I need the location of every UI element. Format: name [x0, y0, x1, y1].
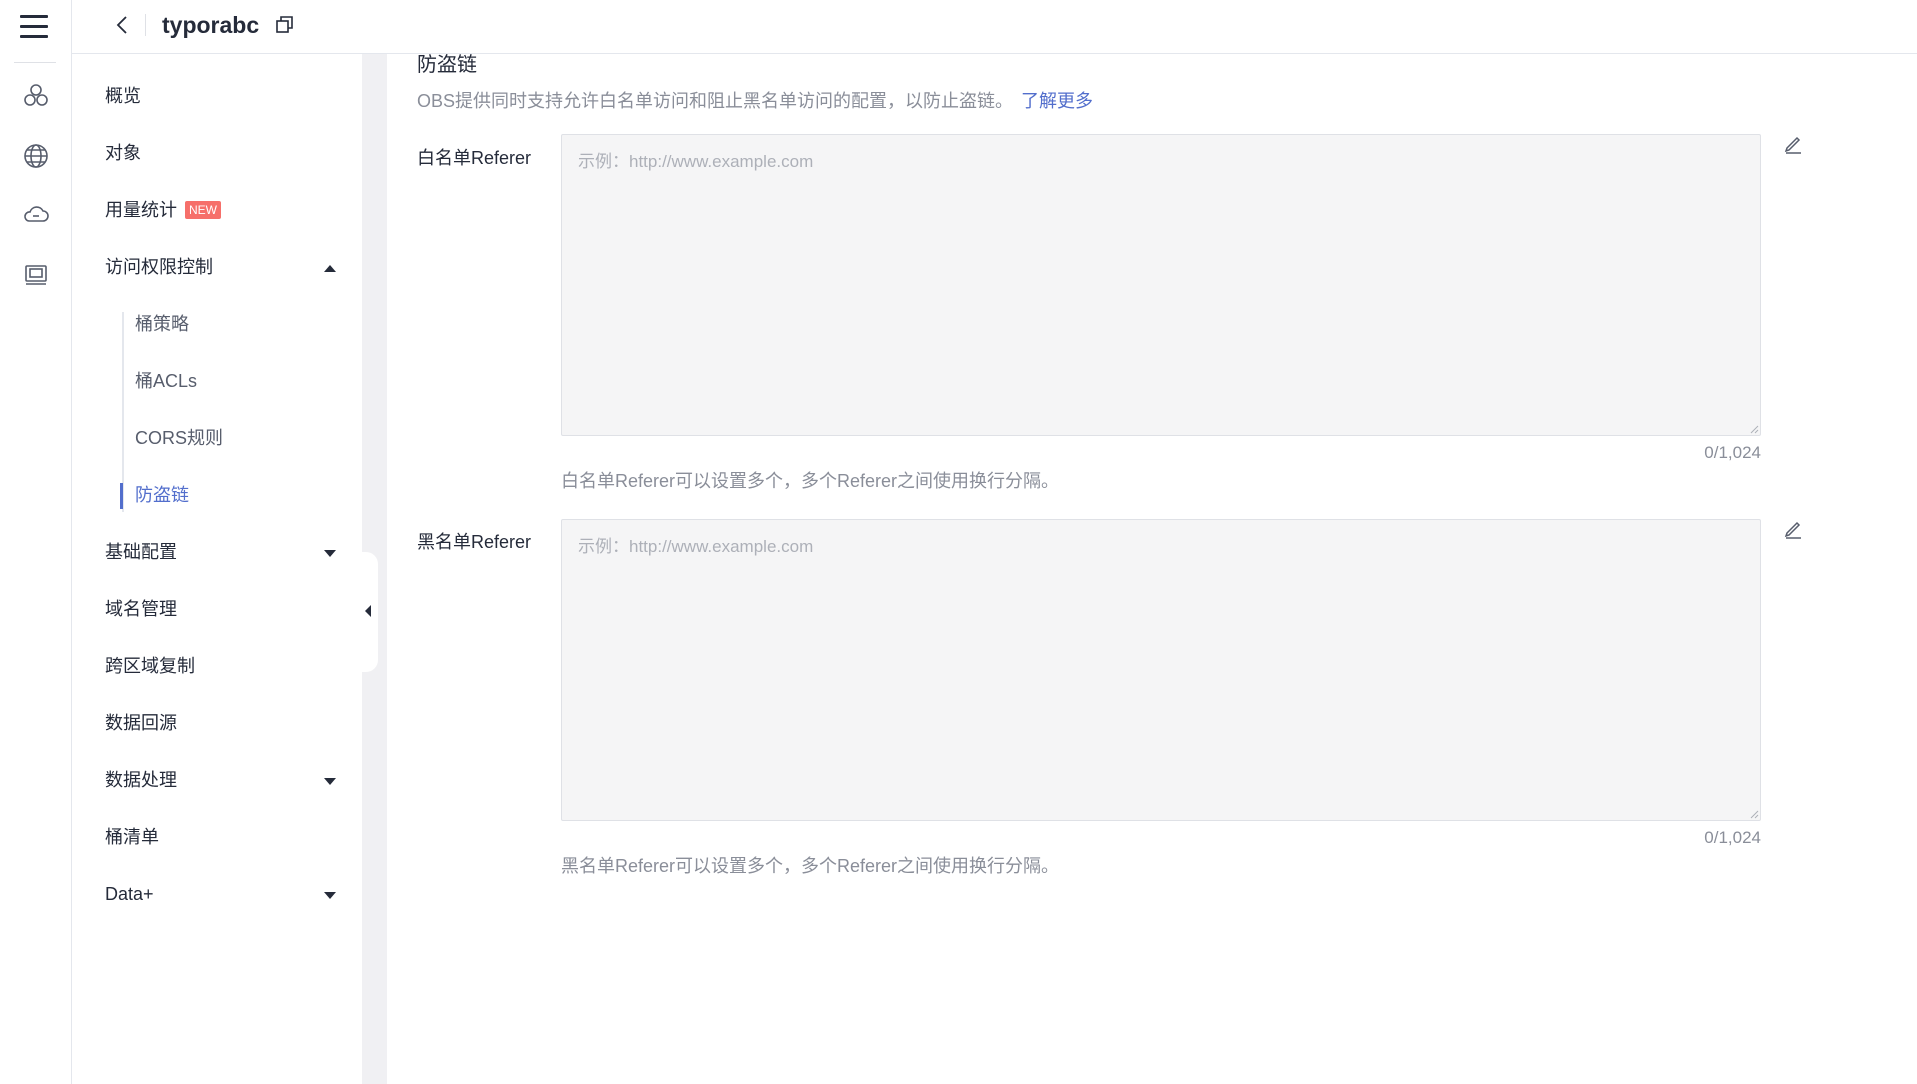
nav-item-data-processing[interactable]: 数据处理	[105, 768, 177, 792]
nav-sub-cors-rules[interactable]: CORS规则	[135, 426, 223, 450]
monitor-icon[interactable]	[22, 260, 50, 288]
nav-item-access-control[interactable]: 访问权限控制	[105, 255, 213, 279]
collapse-arrow-icon	[365, 605, 371, 617]
blacklist-label: 黑名单Referer	[417, 532, 532, 552]
nav-item-back-to-source[interactable]: 数据回源	[105, 711, 177, 735]
submenu-line	[122, 312, 124, 512]
whitelist-textarea[interactable]	[561, 134, 1761, 436]
bucket-title: typorabc	[162, 12, 260, 38]
nav-item-data-plus[interactable]: Data+	[105, 882, 154, 906]
blacklist-char-counter: 0/1,024	[1704, 828, 1761, 847]
nav-item-usage-label: 用量统计	[105, 200, 177, 220]
header-separator	[145, 14, 146, 36]
nav-sub-bucket-acls[interactable]: 桶ACLs	[135, 369, 197, 393]
section-title: 防盗链	[417, 54, 477, 76]
blacklist-hint: 黑名单Referer可以设置多个，多个Referer之间使用换行分隔。	[561, 856, 1060, 876]
section-description-text: OBS提供同时支持允许白名单访问和阻止黑名单访问的配置，以防止盗链。	[417, 91, 1014, 111]
whitelist-label: 白名单Referer	[417, 148, 532, 168]
nav-sub-hotlink[interactable]: 防盗链	[135, 483, 189, 507]
caret-down-icon[interactable]	[324, 778, 336, 785]
nav-item-domain-mgmt[interactable]: 域名管理	[105, 597, 177, 621]
menu-icon[interactable]	[17, 10, 51, 44]
nav-item-cross-region[interactable]: 跨区域复制	[105, 654, 195, 678]
whitelist-hint: 白名单Referer可以设置多个，多个Referer之间使用换行分隔。	[561, 471, 1060, 491]
collapse-nav-button[interactable]	[352, 552, 378, 672]
edit-icon[interactable]	[1782, 517, 1804, 539]
cluster-icon[interactable]	[22, 82, 50, 110]
nav-item-usage[interactable]: 用量统计 NEW	[105, 198, 221, 222]
rail-divider	[14, 62, 56, 63]
learn-more-link[interactable]: 了解更多	[1021, 91, 1093, 111]
whitelist-char-counter: 0/1,024	[1704, 443, 1761, 462]
bucket-nav: 概览 对象 用量统计 NEW 访问权限控制 桶策略 桶ACLs CORS规则 防盗…	[72, 54, 362, 1084]
active-indicator	[120, 483, 123, 509]
icon-rail	[0, 0, 72, 1084]
top-bar: typorabc	[72, 0, 1917, 54]
caret-up-icon[interactable]	[324, 265, 336, 272]
nav-item-objects[interactable]: 对象	[105, 141, 141, 165]
copy-icon[interactable]	[274, 14, 296, 36]
nav-item-overview[interactable]: 概览	[105, 84, 141, 108]
nav-sub-bucket-policy[interactable]: 桶策略	[135, 312, 189, 336]
caret-down-icon[interactable]	[324, 892, 336, 899]
nav-item-basic-config[interactable]: 基础配置	[105, 540, 177, 564]
nav-item-bucket-inventory[interactable]: 桶清单	[105, 825, 159, 849]
cloud-icon[interactable]	[22, 200, 50, 228]
caret-down-icon[interactable]	[324, 550, 336, 557]
back-arrow-icon[interactable]	[110, 12, 136, 38]
globe-icon[interactable]	[22, 142, 50, 170]
blacklist-textarea[interactable]	[561, 519, 1761, 821]
main-content: 防盗链 OBS提供同时支持允许白名单访问和阻止黑名单访问的配置，以防止盗链。 了解…	[387, 54, 1917, 1084]
new-badge: NEW	[185, 201, 221, 219]
edit-icon[interactable]	[1782, 132, 1804, 154]
section-description: OBS提供同时支持允许白名单访问和阻止黑名单访问的配置，以防止盗链。 了解更多	[417, 87, 1093, 113]
